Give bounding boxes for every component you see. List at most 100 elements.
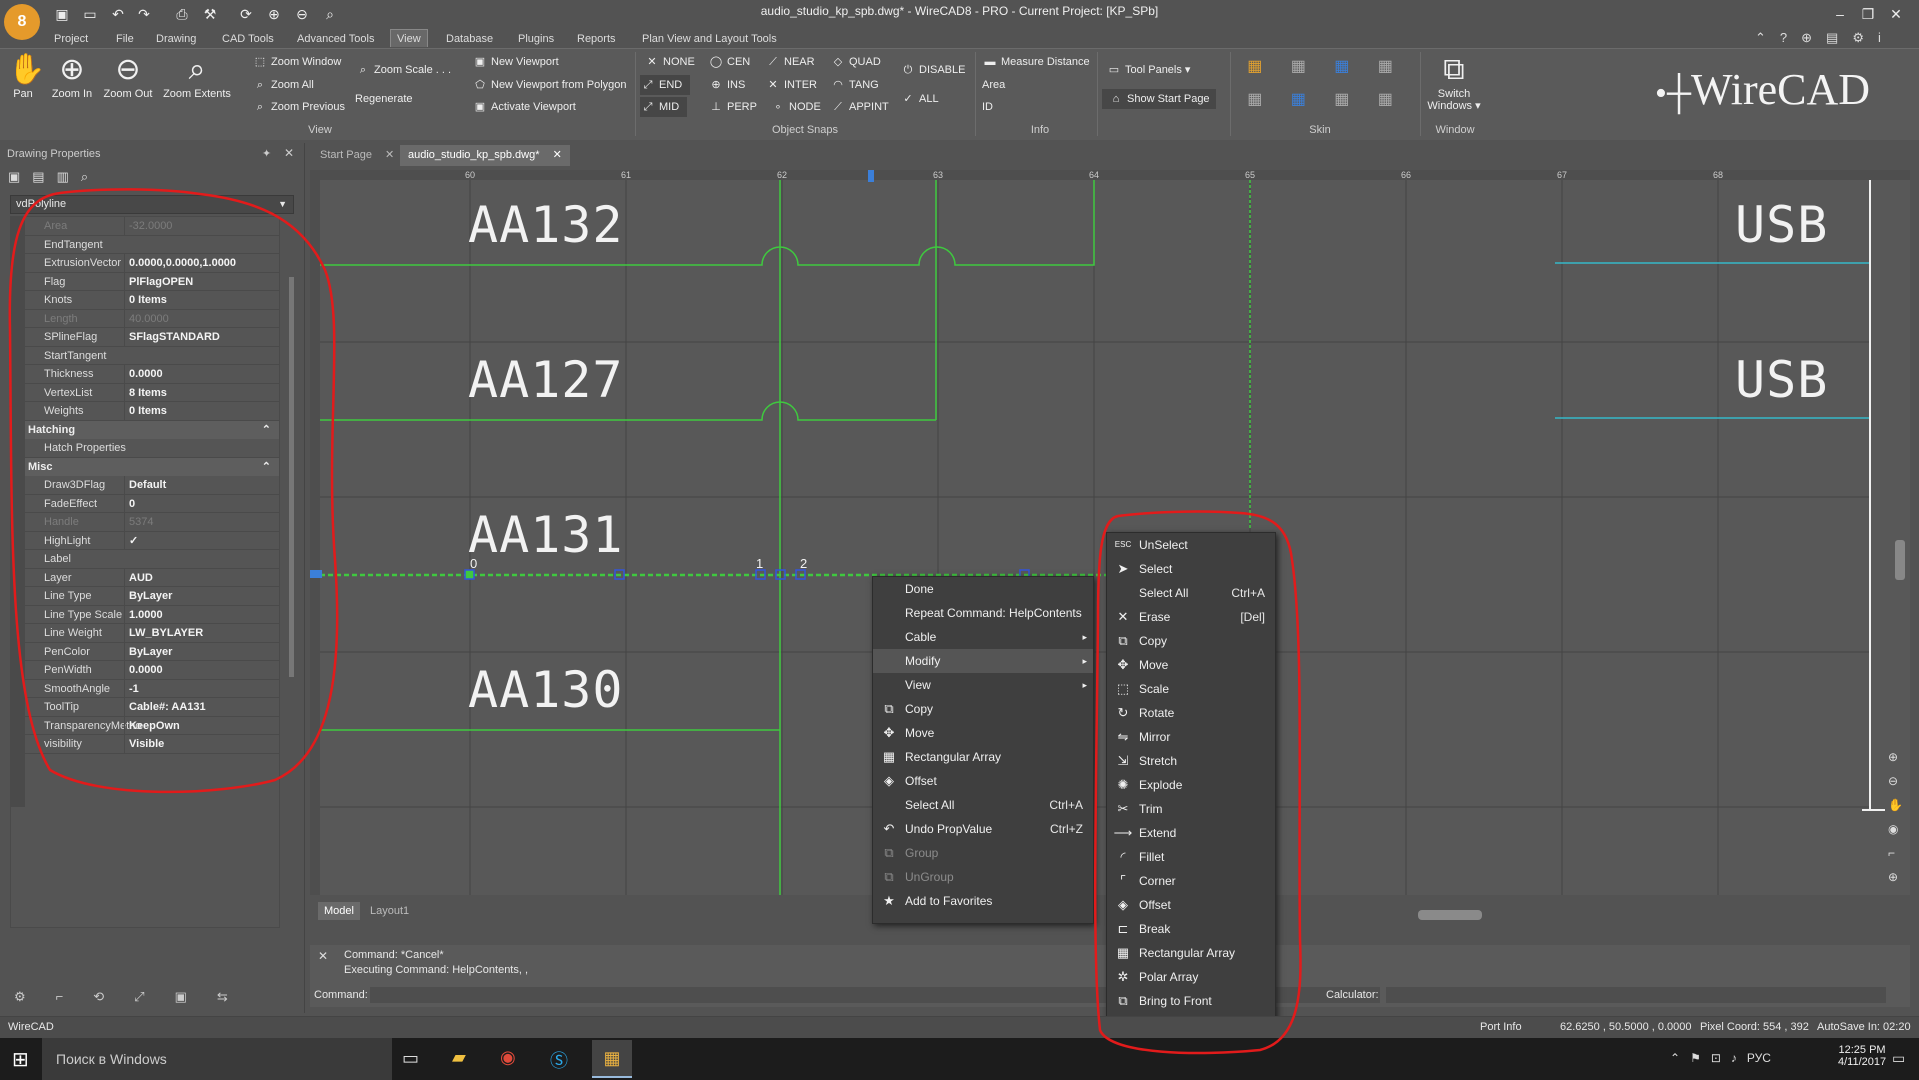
- taskbar-search[interactable]: Поиск в Windows: [42, 1038, 392, 1080]
- chrome-icon[interactable]: ◉: [500, 1047, 516, 1068]
- file-explorer-icon[interactable]: ▰: [452, 1047, 466, 1068]
- property-row[interactable]: Line Type Scale 1.0000: [11, 605, 279, 624]
- menu-item[interactable]: ◜ Fillet: [1107, 845, 1275, 869]
- menu-item[interactable]: ✥ Move: [873, 721, 1093, 745]
- skin-3-icon[interactable]: ▦: [1322, 56, 1362, 85]
- menu-item[interactable]: ⧉ Copy: [1107, 629, 1275, 653]
- usb-label[interactable]: USB: [1735, 196, 1828, 254]
- panel-search-icon[interactable]: ⌕: [81, 169, 88, 185]
- windows-start-icon[interactable]: ⊞: [12, 1047, 29, 1072]
- menu-item[interactable]: ➤ Select: [1107, 557, 1275, 581]
- menu-item[interactable]: Select All Ctrl+A: [873, 793, 1093, 817]
- menu-cad-tools[interactable]: CAD Tools: [216, 30, 280, 48]
- property-row[interactable]: Label: [11, 550, 279, 569]
- menu-item[interactable]: ⇲ Stretch: [1107, 749, 1275, 773]
- zoom-all-button[interactable]: ⌕ Zoom All: [252, 75, 314, 95]
- property-row[interactable]: Area -32.0000: [11, 217, 279, 236]
- property-row[interactable]: Line Weight LW_BYLAYER: [11, 624, 279, 643]
- menu-item[interactable]: ⟶ Extend: [1107, 821, 1275, 845]
- zoom-window-button[interactable]: ⬚ Zoom Window: [252, 52, 342, 72]
- menu-item[interactable]: View ▸: [873, 673, 1093, 697]
- menu-item[interactable]: ✺ Explode: [1107, 773, 1275, 797]
- menu-database[interactable]: Database: [440, 30, 499, 48]
- regenerate-button[interactable]: Regenerate: [355, 89, 413, 109]
- zoom-extents-button[interactable]: ⌕ Zoom Extents: [160, 52, 234, 100]
- nav-orbit-icon[interactable]: ◉: [1888, 822, 1903, 836]
- snap-disable[interactable]: ⏻ DISABLE: [900, 60, 966, 80]
- tool-2-icon[interactable]: ⌐: [56, 989, 64, 1005]
- snap-mid[interactable]: ⤢ MID: [640, 97, 688, 117]
- menu-project[interactable]: Project: [48, 30, 94, 48]
- zoom-in-button[interactable]: ⊕ Zoom In: [50, 52, 94, 100]
- property-row[interactable]: Line Type ByLayer: [11, 587, 279, 606]
- nav-zoom-out-icon[interactable]: ⊖: [1888, 774, 1903, 788]
- horizontal-scrollbar[interactable]: [1418, 910, 1482, 920]
- skin-4-icon[interactable]: ▦: [1366, 56, 1406, 85]
- menu-item[interactable]: ⧉ Bring to Front: [1107, 989, 1275, 1013]
- tool-1-icon[interactable]: ⚙: [14, 989, 26, 1005]
- snap-perp[interactable]: ⊥ PERP: [708, 97, 757, 117]
- tray-volume-icon[interactable]: ♪: [1731, 1051, 1737, 1065]
- property-row[interactable]: PenColor ByLayer: [11, 642, 279, 661]
- pin-icon[interactable]: ✦: [262, 147, 271, 160]
- zoom-out-button[interactable]: ⊖ Zoom Out: [102, 52, 154, 100]
- property-row[interactable]: TransparencyMethoKeepOwn: [11, 716, 279, 735]
- property-row[interactable]: Flag PlFlagOPEN: [11, 272, 279, 291]
- area-button[interactable]: Area: [982, 75, 1005, 95]
- menu-item[interactable]: ⊏ Break: [1107, 917, 1275, 941]
- skin-2-icon[interactable]: ▦: [1279, 56, 1319, 85]
- command-close-icon[interactable]: ✕: [318, 949, 328, 963]
- minimize-icon[interactable]: –: [1830, 4, 1850, 24]
- new-viewport-polygon-button[interactable]: ⬠ New Viewport from Polygon: [472, 75, 626, 95]
- cable-label-aa130[interactable]: AA130: [468, 661, 624, 719]
- tab-model[interactable]: Model: [318, 902, 360, 920]
- menu-item[interactable]: Cable ▸: [873, 625, 1093, 649]
- nav-extents-icon[interactable]: ⌐: [1888, 846, 1903, 860]
- menu-item[interactable]: ↶ Undo PropValue Ctrl+Z: [873, 817, 1093, 841]
- show-start-page-button[interactable]: ⌂ Show Start Page: [1102, 89, 1216, 109]
- property-row[interactable]: PenWidth 0.0000: [11, 661, 279, 680]
- tray-network-icon[interactable]: ⚑: [1690, 1051, 1701, 1065]
- cable-label-aa131[interactable]: AA131: [468, 506, 624, 564]
- skin-1-icon[interactable]: ▦: [1235, 56, 1275, 85]
- collapse-ribbon-icon[interactable]: ⌃: [1755, 30, 1766, 46]
- snap-none[interactable]: ✕ NONE: [644, 52, 694, 72]
- wirecad-taskbar-icon[interactable]: ▦: [592, 1040, 632, 1078]
- property-row[interactable]: ExtrusionVector 0.0000,0.0000,1.0000: [11, 254, 279, 273]
- tool-panels-dropdown[interactable]: ▭ Tool Panels ▾: [1106, 60, 1191, 80]
- snap-near[interactable]: ⟋ NEAR: [765, 52, 814, 72]
- cable-label-aa132[interactable]: AA132: [468, 196, 624, 254]
- zoom-scale-button[interactable]: ⌕ Zoom Scale . . .: [355, 60, 451, 80]
- menu-item[interactable]: ⧉ Copy: [873, 697, 1093, 721]
- property-row[interactable]: HighLight ✓: [11, 531, 279, 550]
- menu-advanced-tools[interactable]: Advanced Tools: [291, 30, 380, 48]
- skin-8-icon[interactable]: ▦: [1366, 89, 1406, 118]
- usb-label[interactable]: USB: [1735, 351, 1828, 409]
- property-pages-icon[interactable]: ▥: [57, 169, 69, 185]
- menu-item[interactable]: ✲ Polar Array: [1107, 965, 1275, 989]
- cable-label-aa127[interactable]: AA127: [468, 351, 624, 409]
- skin-5-icon[interactable]: ▦: [1235, 89, 1275, 118]
- category-misc[interactable]: Misc ⌃: [11, 457, 279, 476]
- menu-view[interactable]: View: [390, 29, 428, 47]
- maximize-icon[interactable]: ❐: [1858, 4, 1878, 24]
- tool-5-icon[interactable]: ▣: [175, 989, 187, 1005]
- property-row[interactable]: Layer AUD: [11, 568, 279, 587]
- category-hatching[interactable]: Hatching ⌃: [11, 420, 279, 439]
- menu-item[interactable]: ▦ Rectangular Array: [873, 745, 1093, 769]
- nav-zoom-in-icon[interactable]: ⊕: [1888, 750, 1903, 764]
- menu-item[interactable]: Select All Ctrl+A: [1107, 581, 1275, 605]
- menu-item[interactable]: ⌜ Corner: [1107, 869, 1275, 893]
- status-port-info[interactable]: Port Info: [1480, 1021, 1522, 1033]
- property-row[interactable]: StartTangent: [11, 347, 279, 365]
- notification-icon[interactable]: ▭: [1892, 1050, 1905, 1067]
- menu-plugins[interactable]: Plugins: [512, 30, 560, 48]
- menu-item[interactable]: ✂ Trim: [1107, 797, 1275, 821]
- alphabetical-icon[interactable]: ▤: [32, 169, 44, 185]
- snap-end[interactable]: ⤢ END: [640, 75, 691, 95]
- skin-gallery[interactable]: ▦ ▦ ▦ ▦ ▦ ▦ ▦ ▦: [1235, 56, 1405, 118]
- new-viewport-button[interactable]: ▣ New Viewport: [472, 52, 559, 72]
- taskbar-clock[interactable]: 12:25 PM 4/11/2017: [1838, 1044, 1886, 1068]
- menu-item[interactable]: ESC UnSelect: [1107, 533, 1275, 557]
- menu-item[interactable]: ◈ Offset: [873, 769, 1093, 793]
